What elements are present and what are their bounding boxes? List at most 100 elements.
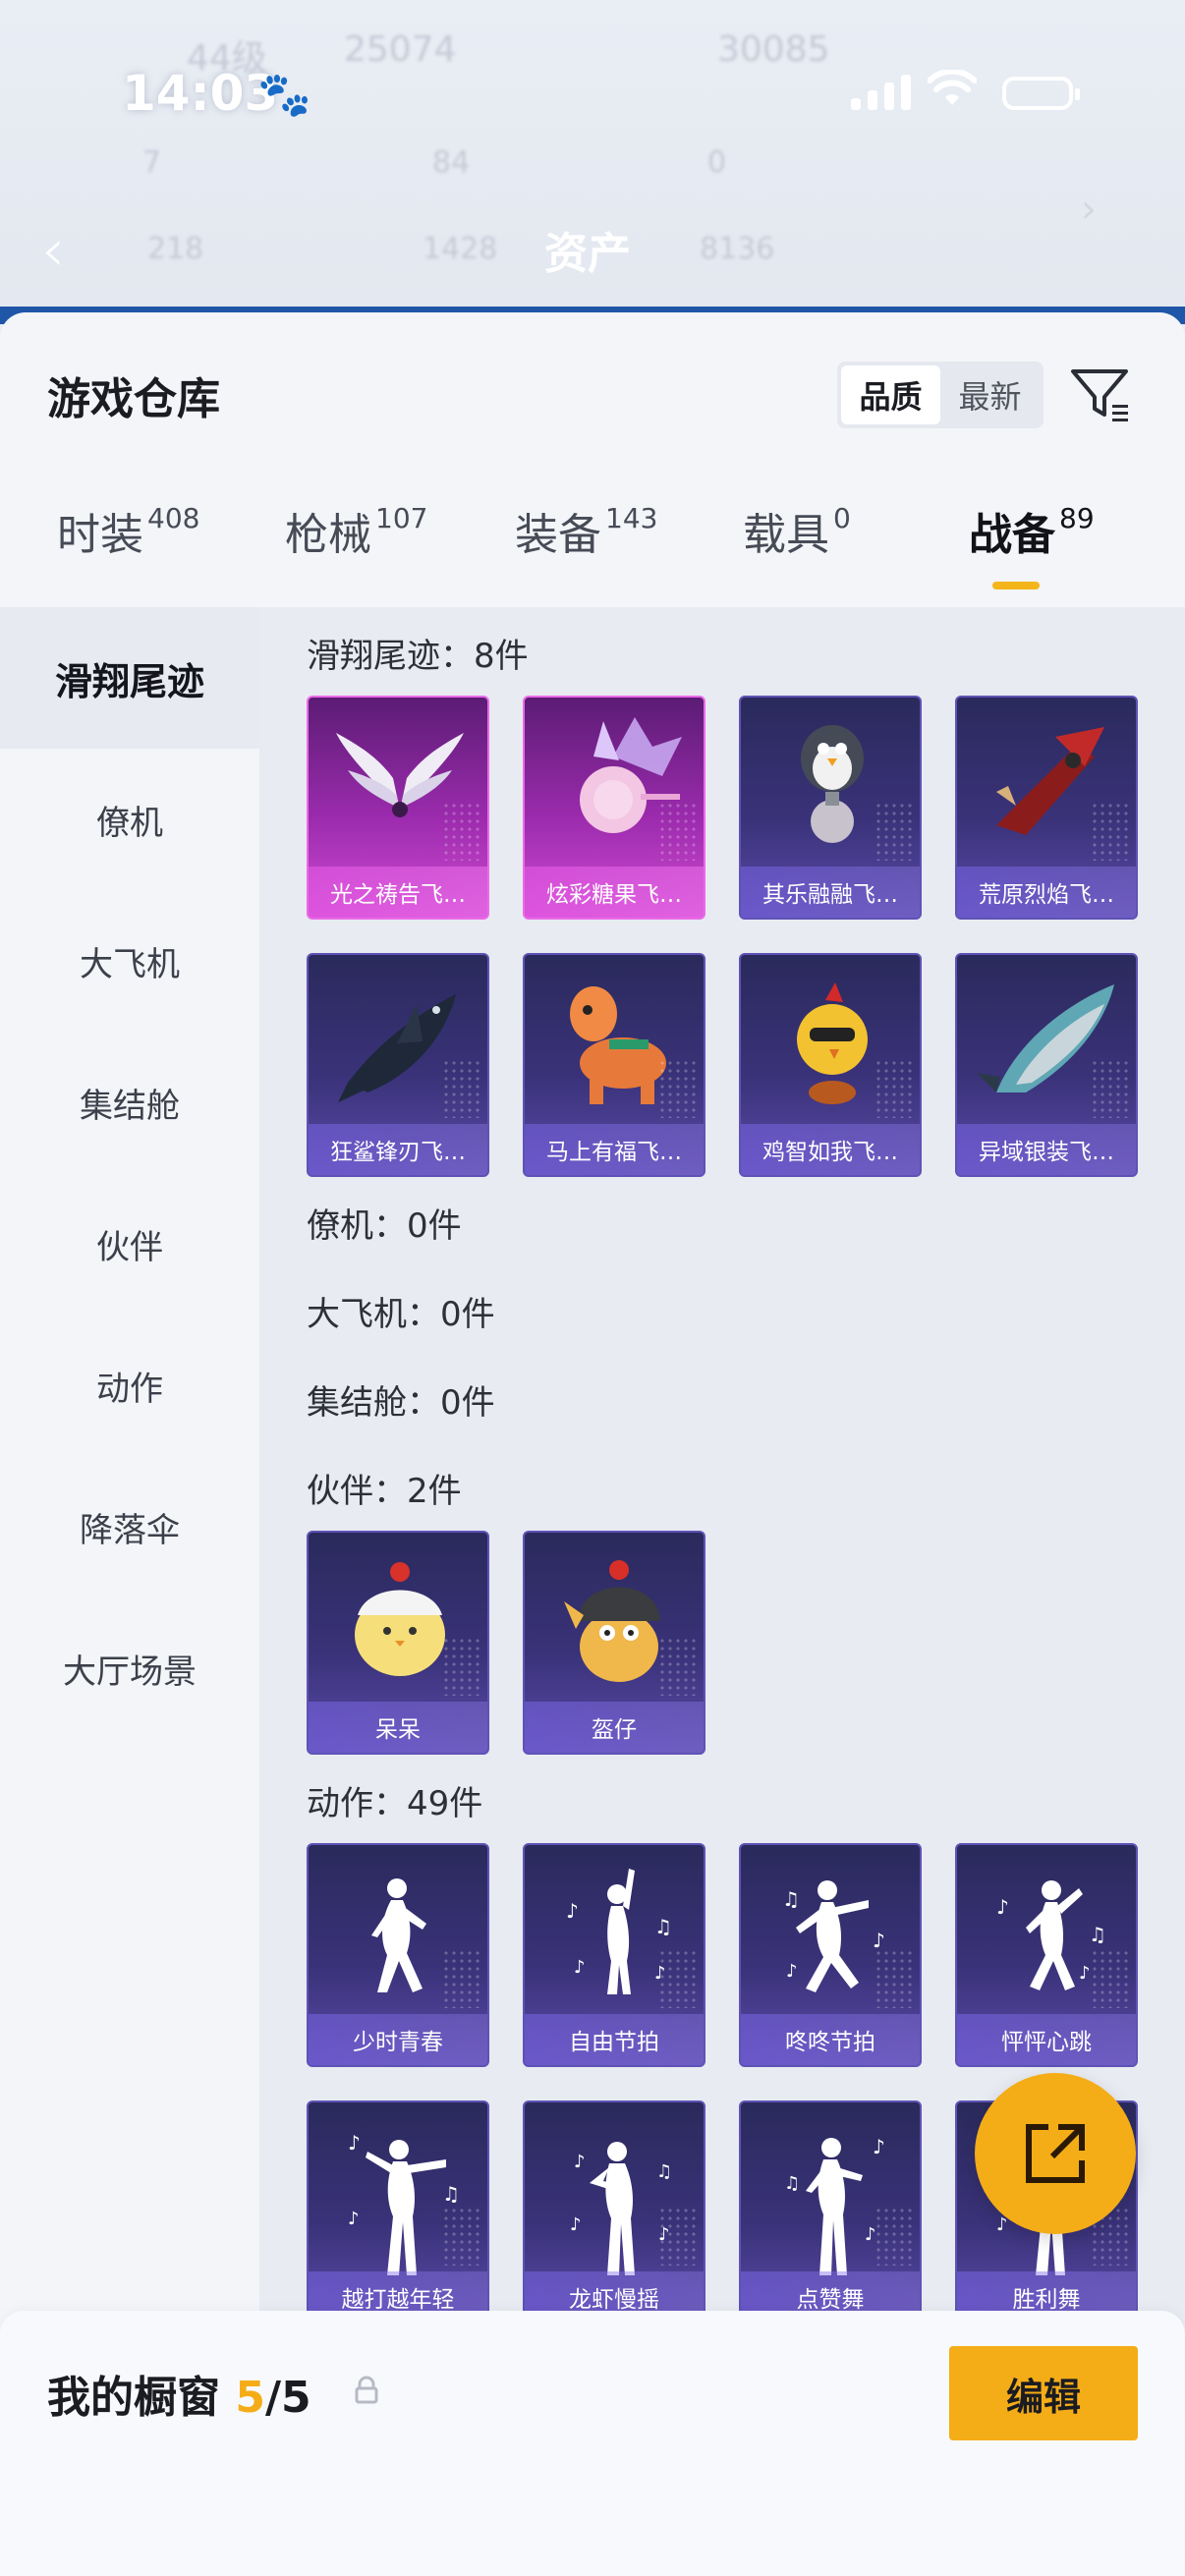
item-name: 鸡智如我飞… xyxy=(741,1124,920,1175)
signal-icon xyxy=(851,75,911,110)
item-card[interactable]: ♪ ♫ ♪ 点赞舞 xyxy=(739,2100,922,2324)
bg-stat: 218 xyxy=(147,232,204,266)
sidebar-item-pod[interactable]: 集结舱 xyxy=(0,1032,259,1173)
warehouse-sheet: 游戏仓库 品质 最新 时装 408 枪械 107 装备 143 载具 0 战备 89 滑翔… xyxy=(0,312,1185,2576)
item-card[interactable]: 盔仔 xyxy=(523,1531,705,1755)
bg-stat: 84 xyxy=(432,145,471,180)
svg-text:♪: ♪ xyxy=(574,1957,586,1978)
item-name: 咚咚节拍 xyxy=(741,2014,920,2065)
status-time: 14:03 xyxy=(122,65,279,122)
svg-text:♪: ♪ xyxy=(786,1961,798,1982)
tab-guns[interactable]: 枪械 107 xyxy=(285,499,427,562)
card-pattern xyxy=(875,1059,914,1118)
svg-text:♫: ♫ xyxy=(1089,1923,1106,1946)
sidebar-item-wingman[interactable]: 僚机 xyxy=(0,749,259,890)
section-label-pod: 集结舱：0件 xyxy=(307,1383,495,1423)
card-pattern xyxy=(442,1637,481,1696)
item-name: 怦怦心跳 xyxy=(957,2014,1136,2065)
card-pattern xyxy=(1091,1949,1130,2008)
tab-indicator xyxy=(992,582,1040,589)
card-pattern xyxy=(442,1949,481,2008)
item-name: 马上有福飞… xyxy=(525,1124,704,1175)
chevron-right-icon: › xyxy=(1081,187,1097,232)
item-card[interactable]: 呆呆 xyxy=(307,1531,489,1755)
svg-text:♪: ♪ xyxy=(873,2135,885,2158)
bg-stat: 0 xyxy=(707,145,727,180)
edit-button[interactable]: 编辑 xyxy=(949,2346,1138,2440)
back-arrow-icon[interactable]: ‹ xyxy=(41,216,65,285)
background-title: 资产 xyxy=(544,229,631,279)
sidebar-item-lobby-scene[interactable]: 大厅场景 xyxy=(0,1597,259,1739)
section-label-wingman: 僚机：0件 xyxy=(307,1206,462,1246)
card-pattern xyxy=(658,1949,698,2008)
sidebar-item-glide-trail[interactable]: 滑翔尾迹 xyxy=(0,607,259,749)
item-card[interactable]: ♫ ♪ ♪ 咚咚节拍 xyxy=(739,1843,922,2067)
svg-text:♫: ♫ xyxy=(782,1887,800,1911)
card-pattern xyxy=(875,2207,914,2266)
card-pattern xyxy=(1091,1059,1130,1118)
item-card[interactable]: 狂鲨锋刃飞… xyxy=(307,953,489,1177)
sidebar-item-partner[interactable]: 伙伴 xyxy=(0,1173,259,1315)
card-pattern xyxy=(658,2207,698,2266)
item-card[interactable]: 其乐融融飞… xyxy=(739,696,922,920)
item-card[interactable]: ♪ ♫ ♪ 越打越年轻 xyxy=(307,2100,489,2324)
svg-text:♪: ♪ xyxy=(348,2209,360,2229)
card-pattern xyxy=(442,2207,481,2266)
svg-text:♪: ♪ xyxy=(566,1899,579,1923)
paw-icon: 🐾 xyxy=(257,70,311,120)
share-button[interactable] xyxy=(975,2073,1136,2234)
item-grid-area: 滑翔尾迹：8件 光之祷告飞… 炫彩糖果飞… 其乐融融飞… 荒原烈焰飞… 狂鲨锋刃… xyxy=(259,607,1185,2576)
item-card[interactable]: ♪ ♫ ♪ 怦怦心跳 xyxy=(955,1843,1138,2067)
item-name: 光之祷告飞… xyxy=(309,867,487,918)
svg-text:♪: ♪ xyxy=(574,2152,586,2172)
svg-text:♫: ♫ xyxy=(654,1915,672,1938)
item-name: 自由节拍 xyxy=(525,2014,704,2065)
tab-equipment[interactable]: 装备 143 xyxy=(515,499,657,562)
svg-text:♫: ♫ xyxy=(442,2182,460,2206)
sidebar-item-plane[interactable]: 大飞机 xyxy=(0,890,259,1032)
sort-newest-button[interactable]: 最新 xyxy=(940,365,1040,424)
item-name: 异域银装飞… xyxy=(957,1124,1136,1175)
category-tabs: 时装 408 枪械 107 装备 143 载具 0 战备 89 xyxy=(0,499,1185,607)
showcase-title: 我的橱窗 5/5 xyxy=(47,2373,311,2423)
item-card[interactable]: 鸡智如我飞… xyxy=(739,953,922,1177)
filter-icon[interactable] xyxy=(1069,364,1132,426)
item-card[interactable]: ♪ ♫ ♪ ♪ 自由节拍 xyxy=(523,1843,705,2067)
card-pattern xyxy=(658,802,698,861)
lock-icon xyxy=(355,2376,378,2404)
svg-text:♪: ♪ xyxy=(348,2131,361,2155)
section-label-plane: 大飞机：0件 xyxy=(307,1295,495,1334)
item-name: 其乐融融飞… xyxy=(741,867,920,918)
section-label-partner: 伙伴：2件 xyxy=(307,1472,462,1511)
sidebar-item-parachute[interactable]: 降落伞 xyxy=(0,1456,259,1597)
tab-battle-prep[interactable]: 战备 89 xyxy=(969,499,1095,562)
item-card[interactable]: 炫彩糖果飞… xyxy=(523,696,705,920)
card-pattern xyxy=(658,1637,698,1696)
item-name: 盔仔 xyxy=(525,1702,704,1753)
item-card[interactable]: ♪ ♫ ♪ ♪ 龙虾慢摇 xyxy=(523,2100,705,2324)
item-card[interactable]: 少时青春 xyxy=(307,1843,489,2067)
bg-count-b: 30085 xyxy=(717,29,830,70)
svg-text:♫: ♫ xyxy=(784,2173,800,2194)
share-icon xyxy=(1026,2124,1085,2183)
item-card[interactable]: 荒原烈焰飞… xyxy=(955,696,1138,920)
showcase-total-count: 5 xyxy=(281,2373,311,2423)
item-card[interactable]: 异域银装飞… xyxy=(955,953,1138,1177)
tab-vehicles[interactable]: 载具 0 xyxy=(743,499,851,562)
sidebar-item-emote[interactable]: 动作 xyxy=(0,1315,259,1456)
item-card[interactable]: 马上有福飞… xyxy=(523,953,705,1177)
item-card[interactable]: 光之祷告飞… xyxy=(307,696,489,920)
section-label-glide: 滑翔尾迹：8件 xyxy=(307,637,529,676)
svg-text:♪: ♪ xyxy=(996,1895,1009,1919)
showcase-bar: 我的橱窗 5/5 编辑 xyxy=(0,2311,1185,2576)
card-pattern xyxy=(658,1059,698,1118)
item-name: 少时青春 xyxy=(309,2014,487,2065)
svg-text:♪: ♪ xyxy=(570,2214,582,2235)
section-label-emote: 动作：49件 xyxy=(307,1784,483,1823)
card-pattern xyxy=(1091,802,1130,861)
item-name: 狂鲨锋刃飞… xyxy=(309,1124,487,1175)
bg-stat: 8136 xyxy=(700,232,775,266)
battery-icon xyxy=(1002,77,1080,110)
sort-quality-button[interactable]: 品质 xyxy=(841,365,940,424)
tab-fashion[interactable]: 时装 408 xyxy=(57,499,199,562)
